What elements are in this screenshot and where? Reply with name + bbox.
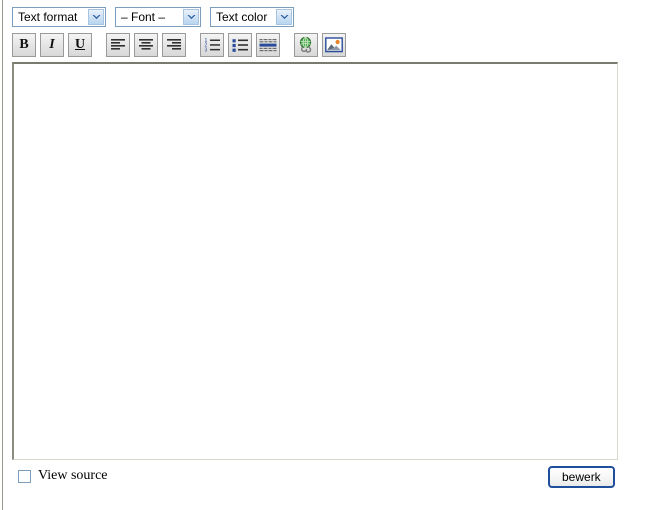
horizontal-rule-icon — [259, 38, 277, 52]
text-format-select-label: Text format — [18, 10, 78, 24]
insert-button-group — [294, 33, 346, 57]
rich-text-editor: Text format – Font – Text color B I U 1 … — [12, 0, 652, 510]
underline-icon: U — [74, 37, 86, 52]
editor-footer: View source bewerk — [12, 466, 618, 492]
ordered-list-icon: 1 2 3 — [204, 38, 221, 52]
toolbar-separator — [186, 45, 200, 46]
list-button-group: 1 2 3 — [200, 33, 280, 57]
align-right-button[interactable] — [162, 33, 186, 57]
bold-button[interactable]: B — [12, 33, 36, 57]
alignment-button-group — [106, 33, 186, 57]
italic-icon: I — [49, 37, 55, 52]
svg-text:3: 3 — [204, 47, 207, 52]
ordered-list-button[interactable]: 1 2 3 — [200, 33, 224, 57]
text-color-select-label: Text color — [216, 10, 268, 24]
insert-link-button[interactable] — [294, 33, 318, 57]
unordered-list-icon — [232, 38, 249, 52]
align-center-button[interactable] — [134, 33, 158, 57]
image-icon — [325, 37, 343, 53]
toolbar-selects-row: Text format – Font – Text color — [12, 6, 303, 28]
bewerk-button[interactable]: bewerk — [548, 466, 615, 488]
underline-button[interactable]: U — [68, 33, 92, 57]
italic-button[interactable]: I — [40, 33, 64, 57]
insert-image-button[interactable] — [322, 33, 346, 57]
align-left-icon — [110, 38, 126, 52]
unordered-list-button[interactable] — [228, 33, 252, 57]
align-right-icon — [166, 38, 182, 52]
chevron-down-icon[interactable] — [183, 9, 199, 25]
align-center-icon — [138, 38, 154, 52]
text-color-select[interactable]: Text color — [210, 7, 294, 27]
globe-link-icon — [297, 36, 315, 54]
page-left-rule — [2, 0, 3, 510]
font-select-label: – Font – — [121, 10, 166, 24]
bold-icon: B — [19, 37, 29, 52]
align-left-button[interactable] — [106, 33, 130, 57]
toolbar-separator — [92, 45, 106, 46]
text-style-button-group: B I U — [12, 33, 92, 57]
view-source-control[interactable]: View source — [18, 468, 108, 484]
toolbar-buttons-row: B I U 1 2 3 — [12, 33, 346, 57]
chevron-down-icon[interactable] — [276, 9, 292, 25]
chevron-down-icon[interactable] — [88, 9, 104, 25]
toolbar-separator — [280, 45, 294, 46]
view-source-label: View source — [38, 468, 108, 483]
horizontal-rule-button[interactable] — [256, 33, 280, 57]
text-format-select[interactable]: Text format — [12, 7, 106, 27]
editor-canvas[interactable] — [12, 62, 618, 460]
font-select[interactable]: – Font – — [115, 7, 201, 27]
view-source-checkbox[interactable] — [18, 469, 31, 483]
